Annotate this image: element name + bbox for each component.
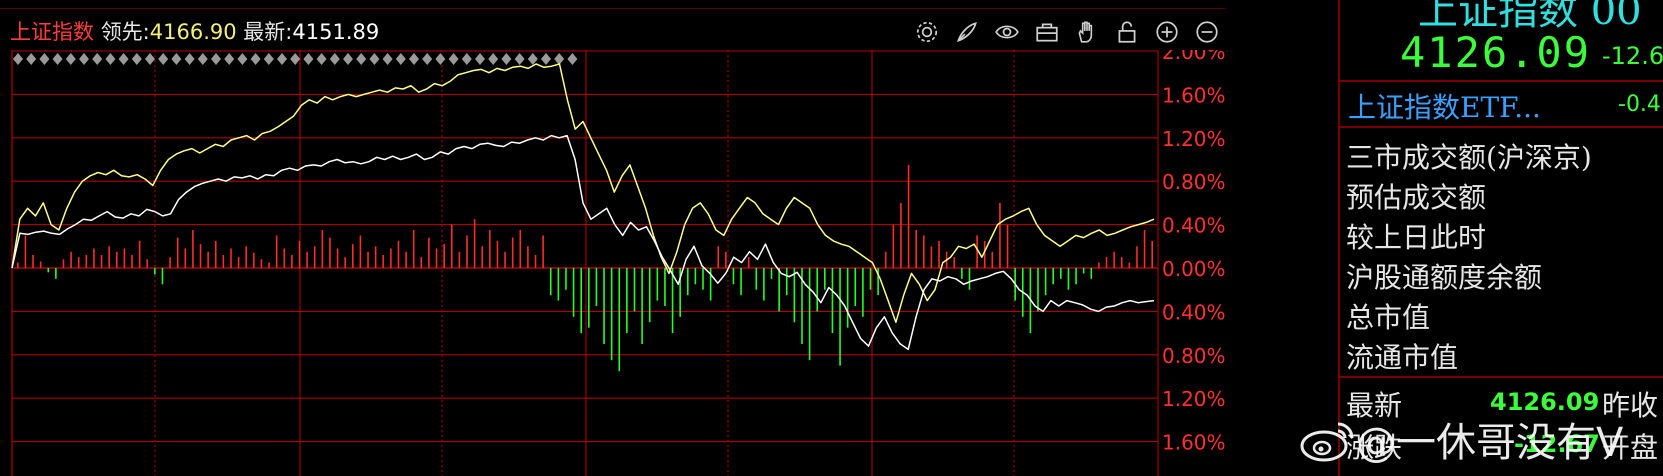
info-label: 总市值	[1346, 301, 1431, 334]
gear-icon[interactable]	[910, 15, 944, 49]
etf-change: -0.4	[1618, 92, 1661, 117]
quote-divider	[1340, 126, 1663, 128]
diamond-marker	[488, 53, 499, 65]
diamond-marker	[369, 53, 380, 65]
diamond-marker	[501, 53, 512, 65]
diamond-marker	[329, 53, 340, 65]
watermark-text: @一休哥没有V	[1356, 420, 1624, 466]
diamond-marker	[39, 53, 50, 65]
diamond-marker	[171, 53, 182, 65]
diamond-marker	[382, 53, 393, 65]
y-tick-label: 0.40%	[1162, 300, 1226, 324]
info-label: 沪股通额度余额	[1346, 261, 1543, 294]
diamond-marker	[527, 53, 538, 65]
diamond-marker	[303, 53, 314, 65]
y-axis-ticks: 2.00% 1.60% 1.20% 0.80% 0.40% 0.00% 0.40% 0.80%…	[1162, 50, 1226, 455]
diamond-marker	[79, 53, 89, 65]
diamond-marker	[237, 53, 248, 65]
chart-toolbar	[910, 14, 1224, 50]
etf-link[interactable]: 上证指数ETF...	[1348, 86, 1541, 126]
y-tick-label: 0.80%	[1162, 344, 1226, 368]
y-tick-label: 1.20%	[1162, 387, 1226, 411]
y-tick-label: 0.40%	[1162, 214, 1226, 238]
index-price-line	[11, 134, 1155, 351]
diamond-marker-row	[13, 53, 578, 65]
leading-label: 领先:	[100, 20, 150, 44]
info-label: 流通市值	[1346, 341, 1459, 374]
diamond-marker	[145, 53, 155, 65]
diamond-marker	[448, 53, 459, 65]
diamond-marker	[263, 53, 274, 65]
diamond-marker	[224, 53, 235, 65]
brush-icon[interactable]	[950, 15, 984, 49]
diamond-marker	[65, 53, 76, 65]
y-tick-label: 1.60%	[1162, 431, 1226, 455]
diamond-marker	[290, 53, 301, 65]
quote-price: 4126.09	[1400, 28, 1592, 77]
diamond-marker	[475, 53, 485, 65]
diamond-marker	[554, 53, 565, 65]
diamond-marker	[158, 53, 169, 65]
diamond-marker	[131, 53, 142, 65]
diamond-marker	[409, 53, 419, 65]
diamond-marker	[197, 53, 208, 65]
leading-value: 4166.90	[149, 20, 237, 44]
diamond-marker	[250, 53, 261, 65]
y-tick-label: 2.00%	[1162, 50, 1226, 64]
watermark: @一休哥没有V	[1298, 410, 1623, 472]
quote-panel: 上证指数 00 4126.09 -12.6 上证指数ETF... -0.4 三市…	[1340, 0, 1663, 476]
index-name[interactable]: 上证指数	[10, 20, 94, 44]
lock-icon[interactable]	[1110, 15, 1144, 49]
diamond-marker	[567, 53, 578, 65]
diamond-marker	[52, 53, 63, 65]
y-tick-label: 1.60%	[1162, 83, 1226, 107]
diamond-marker	[422, 53, 433, 65]
diamond-marker	[105, 53, 116, 65]
diamond-marker	[13, 53, 23, 65]
diamond-marker	[514, 53, 525, 65]
diamond-marker	[184, 53, 195, 65]
diamond-marker	[356, 53, 367, 65]
y-tick-label: 0.00%	[1162, 257, 1226, 281]
quote-divider	[1340, 80, 1663, 82]
weibo-icon	[1298, 418, 1356, 472]
quote-divider	[1340, 376, 1663, 378]
price-lines	[11, 63, 1155, 351]
latest-value: 4151.89	[292, 20, 380, 44]
zoom-out-icon[interactable]	[1190, 15, 1224, 49]
top-menu-strip	[0, 0, 1226, 9]
toolbox-icon[interactable]	[1030, 15, 1064, 49]
diamond-marker	[461, 53, 472, 65]
latest-label: 最新:	[243, 20, 293, 44]
diamond-marker	[211, 53, 221, 65]
zoom-in-icon[interactable]	[1150, 15, 1184, 49]
quote-change: -12.6	[1602, 42, 1663, 70]
info-label: 三市成交额(沪深京)	[1346, 141, 1592, 174]
diamond-marker	[343, 53, 353, 65]
diamond-marker	[118, 53, 129, 65]
info-label: 较上日此时	[1346, 221, 1487, 254]
diamond-marker	[395, 53, 406, 65]
diamond-marker	[92, 53, 103, 65]
info-label: 预估成交额	[1346, 181, 1487, 214]
leading-index-line	[11, 63, 1155, 324]
diamond-marker	[277, 53, 287, 65]
y-tick-label: 0.80%	[1162, 170, 1226, 194]
chart-grid	[11, 50, 1159, 476]
eye-icon[interactable]	[990, 15, 1024, 49]
diamond-marker	[435, 53, 446, 65]
intraday-chart[interactable]: 2.00% 1.60% 1.20% 0.80% 0.40% 0.00% 0.40% 0.80%…	[0, 50, 1226, 476]
diamond-marker	[26, 53, 37, 65]
y-tick-label: 1.20%	[1162, 127, 1226, 151]
hand-icon[interactable]	[1070, 15, 1104, 49]
diamond-marker	[316, 53, 327, 65]
diamond-marker	[541, 53, 551, 65]
